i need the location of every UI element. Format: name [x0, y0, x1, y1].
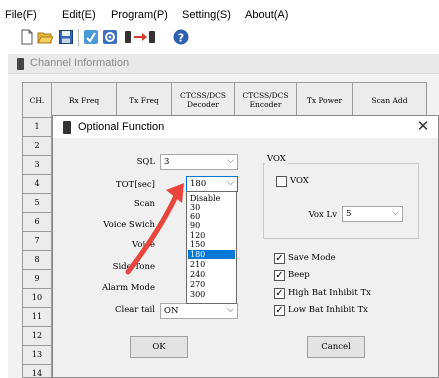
annotation-arrow [125, 183, 184, 275]
